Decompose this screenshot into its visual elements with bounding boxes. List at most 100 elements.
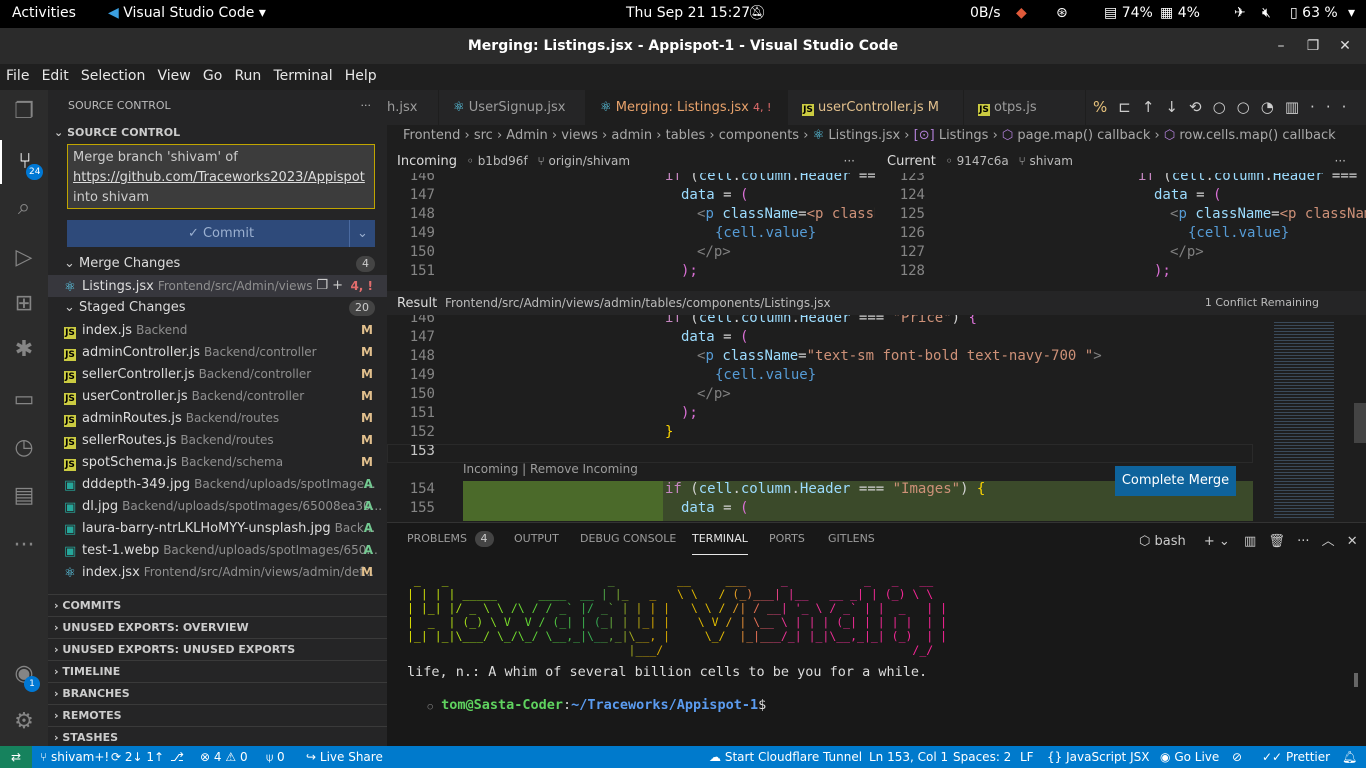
more-actions-icon[interactable]: ··· bbox=[1297, 534, 1309, 549]
incoming-editor[interactable]: 146 147 148 149 150 151 if (cell.column.Heade… bbox=[387, 173, 875, 285]
live-share-button[interactable]: ↪ Live Share bbox=[306, 746, 383, 768]
revert-icon[interactable]: ⟲ bbox=[1189, 98, 1213, 116]
section-unused-exports[interactable]: › UNUSED EXPORTS: UNUSED EXPORTS bbox=[48, 638, 387, 660]
remote-indicator-icon[interactable]: ⇄ bbox=[0, 746, 32, 768]
current-editor[interactable]: 123 124 125 126 127 128 if (cell.column.Heade… bbox=[877, 173, 1366, 285]
compare-icon[interactable]: ⎇ bbox=[170, 746, 184, 768]
next-change-icon[interactable]: ○ bbox=[1237, 98, 1261, 116]
more-actions-icon[interactable]: ··· bbox=[1310, 98, 1357, 116]
menu-help[interactable]: Help bbox=[339, 64, 377, 84]
breadcrumb-item[interactable]: tables bbox=[666, 128, 706, 143]
chevron-down-icon[interactable]: ⌄ bbox=[1219, 534, 1230, 549]
explorer-icon[interactable]: ❐ bbox=[0, 90, 48, 134]
tab-gitlens[interactable]: GITLENS bbox=[828, 523, 875, 555]
list-item[interactable]: JS sellerRoutes.js Backend/routes M bbox=[48, 429, 387, 451]
battery-indicator[interactable]: ▯ 63 % bbox=[1290, 5, 1338, 21]
split-terminal-icon[interactable]: ▥ bbox=[1244, 534, 1256, 549]
breadcrumb-item[interactable]: components bbox=[719, 128, 799, 143]
gitlens-compare-icon[interactable]: % bbox=[1093, 98, 1118, 116]
list-item[interactable]: JS userController.js Backend/controller M bbox=[48, 385, 387, 407]
cloudflare-tunnel-button[interactable]: ☁ Start Cloudflare Tunnel bbox=[709, 746, 862, 768]
more-actions-icon[interactable]: ··· bbox=[1335, 149, 1346, 173]
arrow-up-icon[interactable]: ↑ bbox=[1142, 98, 1166, 116]
close-icon[interactable]: ✕ bbox=[1330, 28, 1360, 64]
indentation[interactable]: Spaces: 2 bbox=[953, 746, 1011, 768]
tab-usersignup[interactable]: ⚛ UserSignup.jsx bbox=[439, 90, 586, 125]
notifications-icon[interactable]: 🔔︎ bbox=[1342, 746, 1357, 768]
list-item[interactable]: ⚛ index.jsx Frontend/src/Admin/views/admin… bbox=[48, 561, 387, 583]
close-panel-icon[interactable]: ✕ bbox=[1347, 534, 1358, 549]
complete-merge-button[interactable]: Complete Merge bbox=[1115, 466, 1236, 496]
tab-h[interactable]: h.jsx bbox=[387, 90, 439, 125]
section-source-control[interactable]: ⌄ SOURCE CONTROL bbox=[48, 122, 387, 144]
section-branches[interactable]: › BRANCHES bbox=[48, 682, 387, 704]
list-item[interactable]: ⚛ Listings.jsx Frontend/src/Admin/views...… bbox=[48, 275, 387, 297]
tab-output[interactable]: OUTPUT bbox=[514, 523, 559, 555]
branch-indicator[interactable]: ⑂ shivam+! bbox=[40, 746, 109, 768]
section-remotes[interactable]: › REMOTES bbox=[48, 704, 387, 726]
breadcrumb-item[interactable]: Listings bbox=[939, 128, 989, 143]
timeline-icon[interactable]: ◷ bbox=[0, 426, 48, 470]
terminal-shell[interactable]: bash bbox=[1155, 534, 1186, 549]
terminal-prompt[interactable]: ○ tom@Sasta-Coder:~/Traceworks/Appispot-… bbox=[395, 681, 767, 729]
breadcrumb-item[interactable]: Listings.jsx bbox=[828, 128, 900, 143]
arrow-down-icon[interactable]: ↓ bbox=[1165, 98, 1189, 116]
menu-terminal[interactable]: Terminal bbox=[267, 64, 332, 84]
tab-usercontroller[interactable]: JS userController.js M bbox=[788, 90, 964, 125]
merge-changes-group[interactable]: ⌄ Merge Changes 4 bbox=[48, 253, 387, 275]
menu-view[interactable]: View bbox=[152, 64, 191, 84]
breadcrumb-item[interactable]: admin bbox=[611, 128, 652, 143]
minimize-icon[interactable]: – bbox=[1266, 28, 1296, 64]
list-item[interactable]: ▣ laura-barry-ntrLKLHoMYY-unsplash.jpg Bac… bbox=[48, 517, 387, 539]
clock[interactable]: Thu Sep 21 15:27 bbox=[626, 5, 750, 21]
airplane-icon[interactable]: ✈ bbox=[1234, 5, 1246, 21]
split-editor-icon[interactable]: ▥ bbox=[1285, 98, 1310, 116]
conflict-codelens[interactable]: Incoming | Remove Incoming bbox=[463, 462, 638, 476]
commit-message-input[interactable]: Merge branch 'shivam' of https://github.… bbox=[67, 144, 375, 209]
ports-indicator[interactable]: ⍦ 0 bbox=[266, 746, 285, 768]
terminal-scrollbar[interactable] bbox=[1354, 673, 1358, 687]
tab-terminal[interactable]: TERMINAL bbox=[692, 523, 748, 555]
prettier-button[interactable]: ✓✓ Prettier bbox=[1262, 746, 1330, 768]
maximize-panel-icon[interactable]: ︿ bbox=[1322, 534, 1335, 549]
accounts-icon[interactable]: ◉ 1 bbox=[0, 652, 48, 696]
trash-icon[interactable]: 🗑︎ bbox=[1268, 534, 1285, 549]
scrollbar-thumb[interactable] bbox=[1354, 403, 1366, 443]
tab-merging-listings[interactable]: ⚛ Merging: Listings.jsx 4, ! bbox=[586, 90, 788, 125]
section-stashes[interactable]: › STASHES bbox=[48, 726, 387, 748]
more-actions-icon[interactable]: ··· bbox=[361, 90, 372, 122]
tab-otps[interactable]: JS otps.js bbox=[964, 90, 1086, 125]
source-control-icon[interactable]: ⑂ 24 bbox=[0, 140, 48, 184]
end-of-line[interactable]: LF bbox=[1020, 746, 1034, 768]
problems-indicator[interactable]: ⊗ 4 ⚠ 0 bbox=[200, 746, 248, 768]
list-item[interactable]: JS index.js Backend M bbox=[48, 319, 387, 341]
open-file-icon[interactable]: ❐ + bbox=[312, 275, 343, 297]
language-mode[interactable]: {} JavaScript JSX bbox=[1047, 746, 1149, 768]
list-item[interactable]: ▣ dl.jpg Backend/uploads/spotImages/65008e… bbox=[48, 495, 387, 517]
conflicts-remaining[interactable]: 1 Conflict Remaining bbox=[1205, 291, 1319, 315]
section-commits[interactable]: › COMMITS bbox=[48, 594, 387, 616]
minimap[interactable] bbox=[1268, 315, 1366, 521]
list-item[interactable]: JS sellerController.js Backend/controller M bbox=[48, 363, 387, 385]
list-item[interactable]: JS adminController.js Backend/controller M bbox=[48, 341, 387, 363]
gitlens-icon[interactable]: ✱ bbox=[0, 328, 48, 372]
compare-icon[interactable]: ⊏ bbox=[1118, 98, 1142, 116]
menu-selection[interactable]: Selection bbox=[75, 64, 146, 84]
menu-run[interactable]: Run bbox=[228, 64, 261, 84]
list-item[interactable]: JS adminRoutes.js Backend/routes M bbox=[48, 407, 387, 429]
system-menu-arrow-icon[interactable]: ▾ bbox=[1348, 5, 1355, 21]
go-live-button[interactable]: ◉ Go Live bbox=[1160, 746, 1219, 768]
app-menu[interactable]: ◀ Visual Studio Code ▾ bbox=[108, 5, 266, 21]
breadcrumb-item[interactable]: src bbox=[474, 128, 493, 143]
menu-go[interactable]: Go bbox=[197, 64, 222, 84]
sync-indicator[interactable]: ⟳ 2↓ 1↑ bbox=[111, 746, 164, 768]
breadcrumb-item[interactable]: page.map() callback bbox=[1017, 128, 1150, 143]
comments-icon[interactable]: ▤ bbox=[0, 474, 48, 518]
tab-problems[interactable]: PROBLEMS 4 bbox=[407, 523, 494, 555]
list-item[interactable]: ▣ test-1.webp Backend/uploads/spotImages/6… bbox=[48, 539, 387, 561]
activities-button[interactable]: Activities bbox=[12, 5, 76, 21]
section-unused-exports-overview[interactable]: › UNUSED EXPORTS: OVERVIEW bbox=[48, 616, 387, 638]
settings-gear-icon[interactable]: ⚙ bbox=[0, 700, 48, 744]
more-actions-icon[interactable]: ··· bbox=[844, 149, 855, 173]
tab-debug-console[interactable]: DEBUG CONSOLE bbox=[580, 523, 676, 555]
